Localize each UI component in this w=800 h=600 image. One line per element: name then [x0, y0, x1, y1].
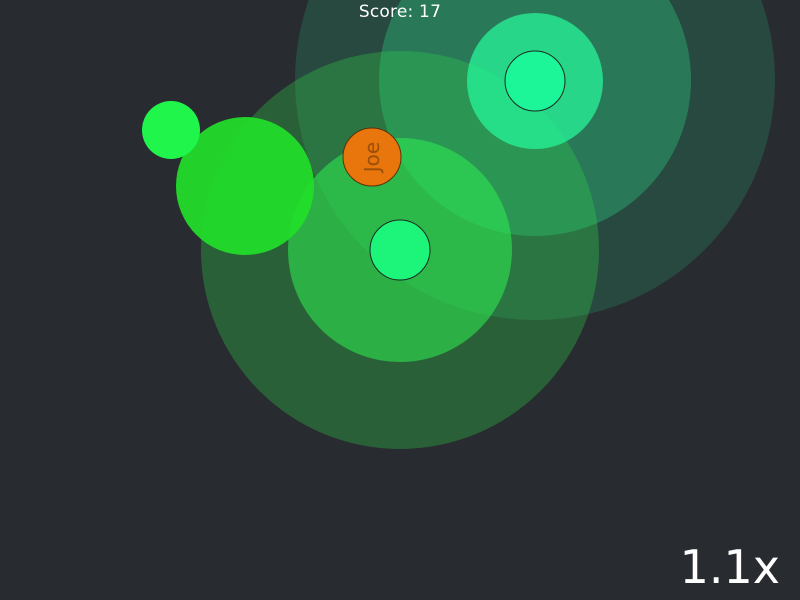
player-name-label: Joe — [360, 142, 384, 174]
playfield: Joe — [142, 0, 775, 449]
teal-pulse-core — [504, 50, 566, 112]
small-green-orb — [142, 101, 200, 159]
game-canvas[interactable]: Joe Score: 17 1.1x — [0, 0, 800, 600]
player-ball[interactable]: Joe — [342, 127, 402, 187]
score-label: Score: — [358, 2, 414, 22]
green-pulse-core — [369, 219, 431, 281]
score-display: Score: 17 — [0, 2, 800, 22]
speed-multiplier: 1.1x — [679, 540, 780, 594]
score-value: 17 — [419, 2, 442, 22]
